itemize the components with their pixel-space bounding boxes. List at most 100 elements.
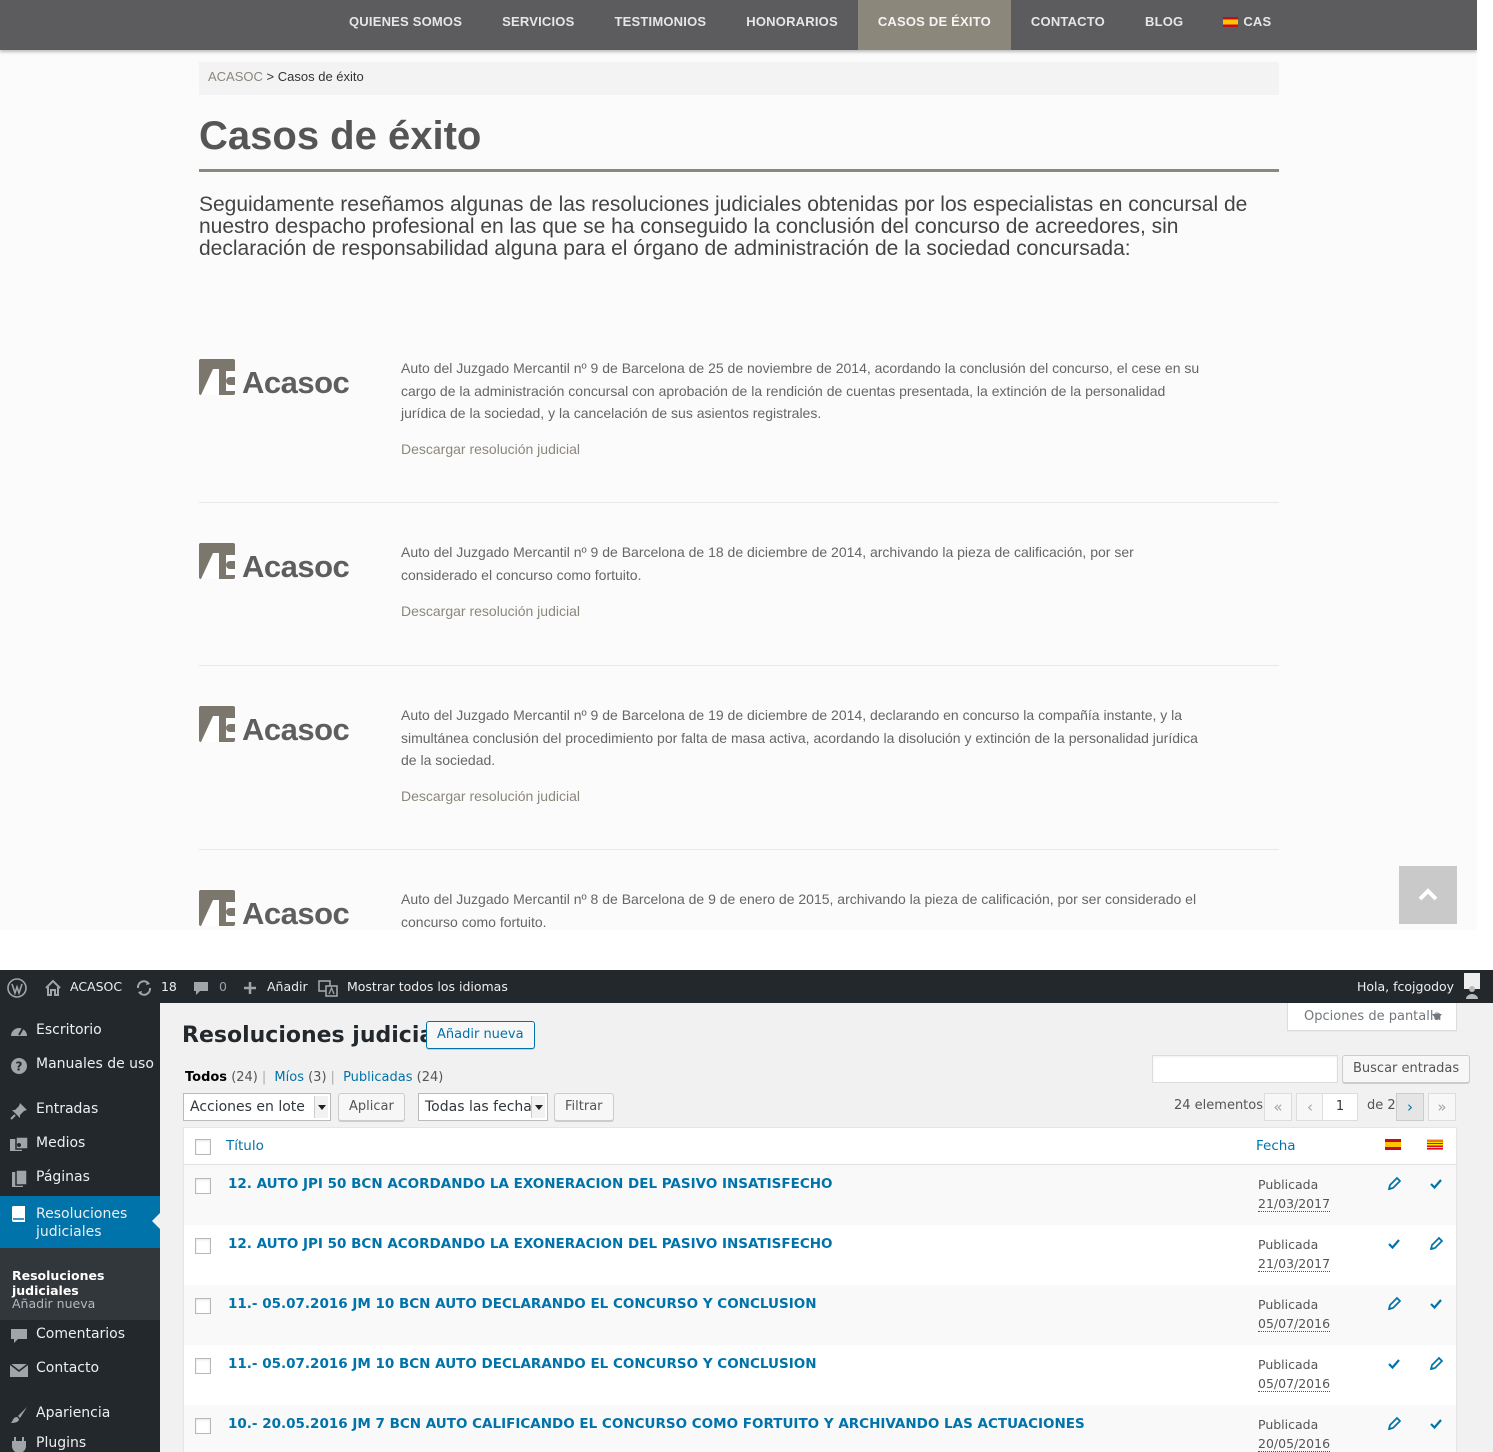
my-account[interactable]: Hola, fcojgodoy [1357, 970, 1481, 1003]
language-switcher[interactable]: CAS [1203, 0, 1291, 50]
row-date: 05/07/2016 [1258, 1316, 1331, 1332]
table-row: 12. AUTO JPI 50 BCN ACORDANDO LA EXONERA… [184, 1225, 1456, 1285]
plus-icon [244, 981, 256, 994]
select-all-checkbox[interactable] [195, 1139, 211, 1155]
row-checkbox[interactable] [195, 1298, 211, 1314]
submenu-item-resoluciones[interactable]: Resoluciones judiciales [12, 1268, 160, 1298]
nav-casos-de-exito[interactable]: CASOS DE ÉXITO [857, 0, 1011, 50]
new-content-link[interactable]: Añadir [243, 970, 308, 1003]
download-resolution-link[interactable]: Descargar resolución judicial [401, 788, 580, 804]
acasoc-logo-mark [199, 706, 235, 742]
breadcrumb-current: Casos de éxito [277, 69, 364, 84]
row-title-link[interactable]: 10.- 20.05.2016 JM 7 BCN AUTO CALIFICAND… [228, 1416, 1085, 1432]
add-new-button[interactable]: Añadir nueva [426, 1021, 535, 1049]
next-page-button[interactable]: › [1396, 1093, 1424, 1121]
view-published[interactable]: Publicadas [343, 1070, 412, 1085]
search-button[interactable]: Buscar entradas [1342, 1055, 1471, 1083]
row-title-link[interactable]: 12. AUTO JPI 50 BCN ACORDANDO LA EXONERA… [228, 1236, 833, 1252]
translation-es-check-icon[interactable] [1386, 1356, 1402, 1372]
sidebar-item-label: Entradas [36, 1101, 99, 1117]
download-resolution-link[interactable]: Descargar resolución judicial [401, 603, 580, 619]
submenu-item-anadir-nueva[interactable]: Añadir nueva [12, 1296, 95, 1311]
view-all[interactable]: Todos [185, 1070, 227, 1085]
last-page-button[interactable]: » [1428, 1093, 1456, 1121]
refresh-icon [136, 979, 152, 996]
case-separator [199, 849, 1279, 850]
sidebar-item-contacto[interactable]: Contacto [0, 1352, 160, 1386]
breadcrumb-separator: > [266, 69, 275, 84]
column-title-header[interactable]: Título [226, 1138, 264, 1154]
download-resolution-link[interactable]: Descargar resolución judicial [401, 441, 580, 457]
site-name-link[interactable]: ACASOC [44, 970, 122, 1003]
back-to-top-button[interactable] [1399, 866, 1457, 924]
row-status: Publicada [1258, 1417, 1319, 1432]
public-site: QUIENES SOMOS SERVICIOS TESTIMONIOS HONO… [0, 0, 1477, 930]
row-checkbox[interactable] [195, 1358, 211, 1374]
sidebar-item-medios[interactable]: Medios [0, 1127, 160, 1161]
edit-translation-ca-icon[interactable] [1428, 1236, 1444, 1252]
row-checkbox[interactable] [195, 1238, 211, 1254]
sidebar-item-apariencia[interactable]: Apariencia [0, 1397, 160, 1431]
search-input[interactable] [1152, 1055, 1338, 1083]
bulk-actions-select[interactable]: Acciones en lote [183, 1093, 331, 1121]
case-separator [199, 502, 1279, 503]
translation-ca-check-icon[interactable] [1428, 1176, 1444, 1192]
sidebar-item-label: Escritorio [36, 1022, 102, 1038]
view-separator: | [261, 1070, 267, 1085]
nav-servicios[interactable]: SERVICIOS [482, 0, 594, 50]
sidebar-item-plugins[interactable]: Plugins [0, 1427, 160, 1452]
sidebar-item-label: Resoluciones judiciales [36, 1206, 128, 1240]
first-page-button[interactable]: « [1264, 1093, 1292, 1121]
acasoc-logo: Acasoc [199, 359, 364, 400]
show-all-languages-link[interactable]: Mostrar todos los idiomas [318, 970, 508, 1003]
translation-ca-check-icon[interactable] [1428, 1416, 1444, 1432]
submenu: Resoluciones judiciales Añadir nueva [0, 1248, 160, 1320]
current-page-input[interactable]: 1 [1322, 1093, 1358, 1121]
row-status: Publicada [1258, 1297, 1319, 1312]
row-title-link[interactable]: 12. AUTO JPI 50 BCN ACORDANDO LA EXONERA… [228, 1176, 833, 1192]
nav-quienes-somos[interactable]: QUIENES SOMOS [329, 0, 482, 50]
prev-page-button[interactable]: ‹ [1296, 1093, 1324, 1121]
row-status: Publicada [1258, 1177, 1319, 1192]
sidebar-item-comentarios[interactable]: Comentarios [0, 1318, 160, 1352]
book-icon [12, 1206, 25, 1222]
table-header: Título Fecha [184, 1128, 1456, 1165]
sidebar-item-manuales[interactable]: ? Manuales de uso [0, 1048, 160, 1082]
screen-options-button[interactable]: Opciones de pantalla [1287, 1003, 1457, 1031]
total-pages: de 2 [1367, 1098, 1396, 1113]
spain-flag-icon [1223, 17, 1239, 27]
breadcrumb-home-link[interactable]: ACASOC [208, 69, 263, 84]
sidebar-item-label: Páginas [36, 1169, 90, 1185]
row-title-link[interactable]: 11.- 05.07.2016 JM 10 BCN AUTO DECLARAND… [228, 1296, 817, 1312]
sidebar-item-entradas[interactable]: Entradas [0, 1093, 160, 1127]
sidebar-item-resoluciones[interactable]: Resoluciones judiciales [0, 1196, 160, 1248]
nav-contacto[interactable]: CONTACTO [1011, 0, 1125, 50]
edit-translation-es-icon[interactable] [1386, 1296, 1402, 1312]
updates-link[interactable]: 18 [135, 970, 177, 1003]
date-filter-select[interactable]: Todas las fechas [418, 1093, 548, 1121]
nav-honorarios[interactable]: HONORARIOS [726, 0, 858, 50]
translation-es-check-icon[interactable] [1386, 1236, 1402, 1252]
view-mine[interactable]: Míos [274, 1070, 304, 1085]
edit-translation-es-icon[interactable] [1386, 1176, 1402, 1192]
sidebar-item-escritorio[interactable]: Escritorio [0, 1014, 160, 1048]
sidebar-item-label: Manuales de uso [36, 1056, 154, 1072]
row-date: 20/05/2016 [1258, 1436, 1331, 1452]
comments-link[interactable]: 0 [193, 970, 227, 1003]
filter-button[interactable]: Filtrar [554, 1093, 614, 1121]
row-checkbox[interactable] [195, 1418, 211, 1434]
edit-translation-ca-icon[interactable] [1428, 1356, 1444, 1372]
wordpress-logo-icon[interactable] [7, 970, 27, 1003]
nav-blog[interactable]: BLOG [1125, 0, 1203, 50]
nav-testimonios[interactable]: TESTIMONIOS [595, 0, 727, 50]
row-checkbox[interactable] [195, 1178, 211, 1194]
edit-translation-es-icon[interactable] [1386, 1416, 1402, 1432]
translation-ca-check-icon[interactable] [1428, 1296, 1444, 1312]
acasoc-logo-text: Acasoc [242, 365, 350, 400]
apply-button[interactable]: Aplicar [338, 1093, 405, 1121]
column-date-header[interactable]: Fecha [1256, 1138, 1296, 1154]
row-title-link[interactable]: 11.- 05.07.2016 JM 10 BCN AUTO DECLARAND… [228, 1356, 817, 1372]
help-icon: ? [11, 1058, 27, 1074]
sidebar-item-paginas[interactable]: Páginas [0, 1161, 160, 1195]
show-all-languages-label: Mostrar todos los idiomas [346, 979, 508, 994]
